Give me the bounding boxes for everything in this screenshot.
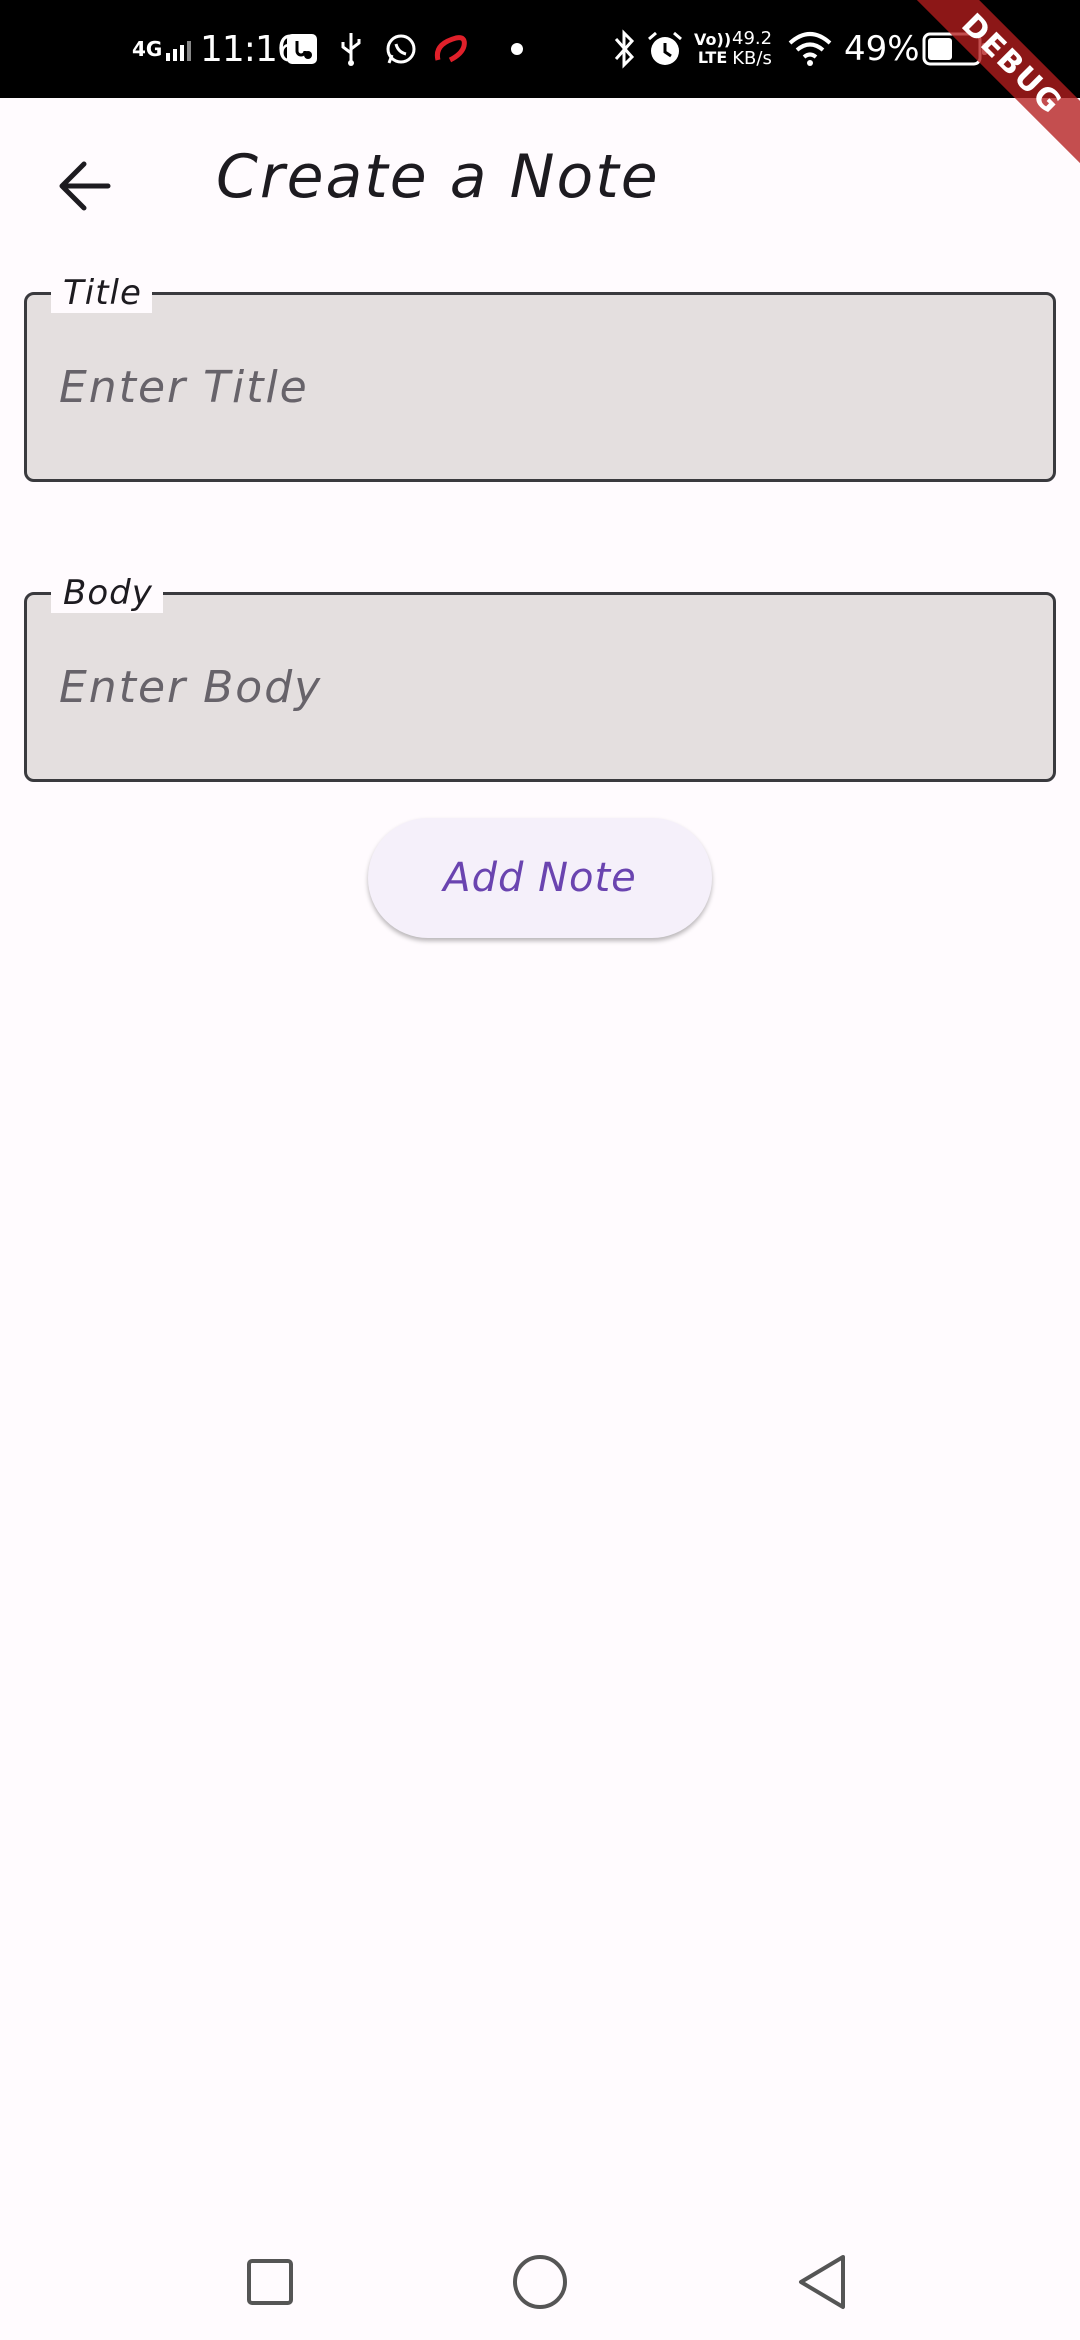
wifi-icon (788, 0, 832, 98)
recents-square-icon (245, 2257, 295, 2307)
speed-value: 49.2 (732, 28, 773, 49)
whatsapp-icon (384, 0, 418, 98)
usb-settings-icon (286, 0, 318, 98)
network-speed: 49.2 KB/s (732, 0, 772, 98)
alarm-icon (646, 0, 684, 98)
network-type: 4G (132, 0, 192, 98)
recents-button[interactable] (220, 2232, 320, 2332)
usb-icon (336, 0, 366, 98)
body-field[interactable]: Body (24, 573, 1056, 782)
body-input[interactable] (59, 595, 1019, 779)
volte-label: Vo)) (694, 30, 732, 49)
back-triangle-icon (795, 2253, 849, 2311)
home-button[interactable] (490, 2232, 590, 2332)
system-nav-bar (0, 2214, 1080, 2340)
network-type-label: 4G (132, 37, 163, 61)
screen: 4G 11:16 Vo)) LTE 49.2 KB/s 49% DEBUG Cr… (0, 0, 1080, 2340)
battery-icon (922, 0, 988, 98)
status-bar: 4G 11:16 Vo)) LTE 49.2 KB/s 49% (0, 0, 1080, 98)
app-bar: Create a Note (0, 98, 1080, 266)
clock: 11:16 (200, 28, 300, 70)
add-note-button[interactable]: Add Note (368, 818, 712, 938)
volte-indicator: Vo)) LTE (694, 0, 731, 98)
page-title: Create a Note (216, 142, 660, 212)
title-input[interactable] (59, 295, 1019, 479)
arrow-back-icon (56, 161, 112, 211)
bluetooth-icon (612, 0, 638, 98)
signal-icon (164, 35, 192, 63)
home-circle-icon (511, 2253, 569, 2311)
title-field[interactable]: Title (24, 273, 1056, 482)
speed-unit: KB/s (732, 48, 772, 69)
dot-icon (510, 0, 524, 98)
battery-percent: 49% (844, 29, 920, 69)
lte-label: LTE (697, 48, 728, 67)
airtel-icon (432, 0, 470, 98)
back-nav-button[interactable] (772, 2232, 872, 2332)
back-button[interactable] (36, 138, 132, 234)
